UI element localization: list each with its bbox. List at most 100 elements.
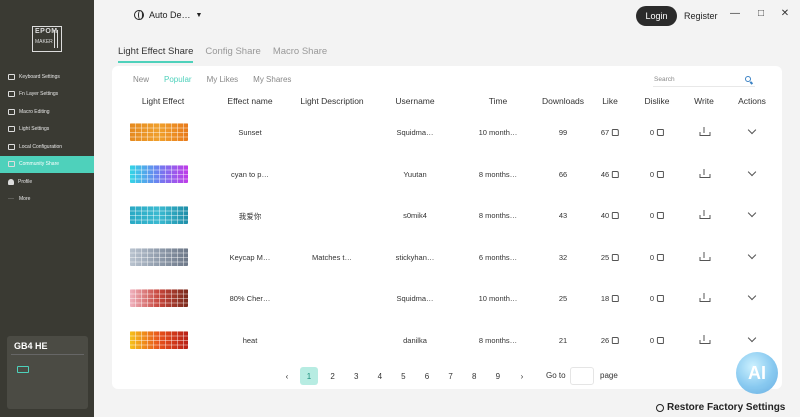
tab-light-effect-share[interactable]: Light Effect Share bbox=[118, 46, 194, 63]
like-button[interactable]: 67 bbox=[601, 128, 620, 137]
download-icon bbox=[699, 168, 711, 178]
page-button-4[interactable]: 4 bbox=[371, 367, 389, 385]
prev-page-button[interactable]: ‹ bbox=[278, 367, 296, 385]
expand-button[interactable] bbox=[747, 291, 757, 301]
table-row[interactable]: Sunset Squidma… 10 month… 99 67 0 bbox=[112, 120, 782, 144]
page-button-6[interactable]: 6 bbox=[418, 367, 436, 385]
page-button-8[interactable]: 8 bbox=[465, 367, 483, 385]
filter-my-likes[interactable]: My Likes bbox=[207, 75, 239, 84]
language-selector[interactable]: Auto De… ▼ bbox=[134, 10, 202, 20]
sidebar-item-more[interactable]: ··· More bbox=[0, 191, 94, 209]
page-button-5[interactable]: 5 bbox=[394, 367, 412, 385]
expand-button[interactable] bbox=[747, 250, 757, 260]
filter-my-shares[interactable]: My Shares bbox=[253, 75, 291, 84]
next-page-button[interactable]: › bbox=[513, 367, 531, 385]
sidebar-item-keyboard-settings[interactable]: Keyboard Settings bbox=[0, 68, 94, 86]
page-button-7[interactable]: 7 bbox=[442, 367, 460, 385]
like-button[interactable]: 18 bbox=[600, 294, 620, 303]
effect-name: heat bbox=[242, 335, 258, 345]
filter-new[interactable]: New bbox=[133, 75, 149, 84]
sidebar-item-local-configuration[interactable]: Local Configuration bbox=[0, 138, 94, 156]
light-effect-preview bbox=[130, 330, 188, 349]
username: s0mik4 bbox=[403, 211, 427, 220]
sidebar-item-fn-layer-settings[interactable]: Fn Layer Settings bbox=[0, 86, 94, 104]
download-button[interactable] bbox=[699, 168, 711, 180]
like-button[interactable]: 25 bbox=[601, 253, 620, 262]
dislike-button[interactable]: 0 bbox=[650, 211, 665, 220]
tab-config-share[interactable]: Config Share bbox=[205, 46, 260, 63]
table-row[interactable]: cyan to p… Yuutan 8 months… 66 46 0 bbox=[112, 162, 782, 186]
username: danilka bbox=[403, 335, 427, 345]
dislike-button[interactable]: 0 bbox=[650, 128, 665, 137]
chevron-down-icon bbox=[747, 167, 757, 176]
expand-button[interactable] bbox=[747, 167, 757, 177]
download-button[interactable] bbox=[699, 251, 711, 263]
table-row[interactable]: Keycap M… Matches t… stickyhan… 6 months… 32… bbox=[112, 245, 782, 269]
thumbs-up-icon bbox=[612, 170, 620, 178]
table-row[interactable]: 80% Cher… Squidma… 10 month… 25 18 0 bbox=[112, 286, 782, 310]
restore-factory-settings-button[interactable]: Restore Factory Settings bbox=[656, 402, 785, 413]
download-button[interactable] bbox=[699, 334, 711, 346]
light-effect-preview bbox=[130, 123, 188, 141]
dislike-button[interactable]: 0 bbox=[650, 253, 665, 262]
download-button[interactable] bbox=[699, 210, 711, 221]
table-row[interactable]: 我爱你 s0mik4 8 months… 43 40 0 bbox=[112, 203, 782, 227]
community-icon bbox=[8, 161, 15, 168]
expand-button[interactable] bbox=[747, 333, 757, 343]
sidebar-item-label: Keyboard Settings bbox=[19, 73, 60, 80]
search-input[interactable]: Search bbox=[653, 73, 755, 87]
register-link[interactable]: Register bbox=[684, 11, 718, 21]
sidebar-item-macro-editing[interactable]: Macro Editing bbox=[0, 103, 94, 121]
like-count: 46 bbox=[600, 169, 610, 179]
sidebar-item-light-settings[interactable]: Light Settings bbox=[0, 121, 94, 139]
login-button[interactable]: Login bbox=[636, 6, 677, 26]
expand-button[interactable] bbox=[747, 208, 757, 218]
close-button[interactable]: ✕ bbox=[778, 8, 792, 19]
thumbs-down-icon bbox=[657, 170, 665, 178]
light-icon bbox=[8, 126, 15, 133]
like-count: 26 bbox=[600, 335, 610, 345]
download-button[interactable] bbox=[699, 293, 711, 304]
time: 6 months… bbox=[478, 252, 518, 262]
maximize-button[interactable]: □ bbox=[754, 8, 768, 19]
ai-assistant-badge[interactable]: AI bbox=[736, 352, 778, 394]
light-effect-preview bbox=[130, 289, 188, 307]
download-icon bbox=[699, 293, 711, 302]
downloads: 32 bbox=[558, 252, 568, 262]
like-button[interactable]: 46 bbox=[600, 169, 620, 179]
download-icon bbox=[699, 127, 711, 136]
dislike-button[interactable]: 0 bbox=[650, 294, 665, 303]
dislike-button[interactable]: 0 bbox=[650, 170, 665, 179]
sidebar-item-community-share[interactable]: Community Share bbox=[0, 155, 94, 173]
downloads: 21 bbox=[558, 335, 568, 345]
page-button-2[interactable]: 2 bbox=[324, 367, 342, 385]
light-effect-preview bbox=[130, 206, 188, 224]
device-card[interactable]: GB4 HE bbox=[7, 336, 88, 409]
time: 8 months… bbox=[478, 211, 518, 220]
sidebar-item-profile[interactable]: Profile bbox=[0, 173, 94, 191]
like-button[interactable]: 26 bbox=[600, 335, 620, 345]
restore-label: Restore Factory Settings bbox=[667, 402, 786, 413]
table-row[interactable]: heat danilka 8 months… 21 26 0 bbox=[112, 328, 782, 352]
page-button-9[interactable]: 9 bbox=[489, 367, 507, 385]
page-button-1[interactable]: 1 bbox=[300, 367, 318, 385]
effect-name: Keycap M… bbox=[229, 252, 271, 262]
expand-button[interactable] bbox=[747, 125, 757, 135]
like-count: 18 bbox=[600, 294, 610, 303]
dislike-button[interactable]: 0 bbox=[650, 336, 665, 345]
search-placeholder: Search bbox=[654, 76, 675, 83]
download-button[interactable] bbox=[699, 127, 711, 138]
sidebar-item-label: Light Settings bbox=[19, 126, 50, 133]
downloads: 99 bbox=[558, 128, 568, 137]
username: Yuutan bbox=[403, 169, 427, 179]
goto-page-input[interactable] bbox=[570, 367, 594, 385]
minimize-button[interactable]: — bbox=[728, 8, 742, 19]
filter-popular[interactable]: Popular bbox=[164, 75, 192, 84]
page-button-3[interactable]: 3 bbox=[347, 367, 365, 385]
tab-macro-share[interactable]: Macro Share bbox=[273, 46, 327, 63]
col-effect-name: Effect name bbox=[227, 96, 273, 106]
macro-icon bbox=[8, 108, 15, 115]
time: 8 months… bbox=[478, 335, 518, 345]
like-button[interactable]: 40 bbox=[601, 211, 620, 220]
search-icon[interactable] bbox=[745, 76, 751, 82]
